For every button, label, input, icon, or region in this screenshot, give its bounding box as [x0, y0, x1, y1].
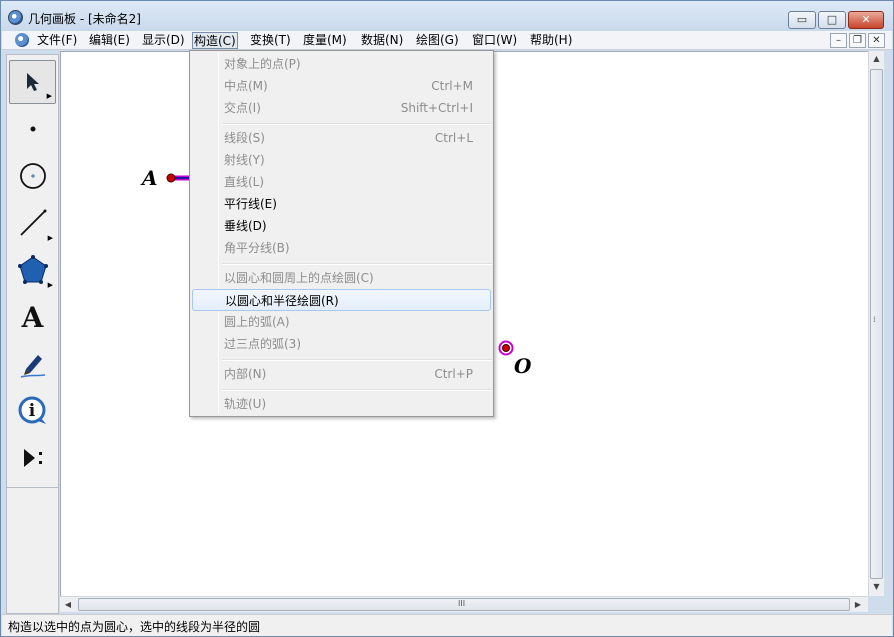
scroll-left-icon[interactable]: ◀: [60, 597, 76, 612]
menu-item-angle-bisector[interactable]: 角平分线(B): [192, 237, 491, 259]
menu-item-arc-through-three-points[interactable]: 过三点的弧(3): [192, 333, 491, 355]
status-text: 构造以选中的点为圆心，选中的线段为半径的圆: [8, 620, 261, 634]
menu-item-interior[interactable]: 内部(N) Ctrl+P: [192, 363, 491, 385]
marker-tool-icon: [20, 355, 45, 378]
menu-item-segment[interactable]: 线段(S) Ctrl+L: [192, 127, 491, 149]
mdi-close-button[interactable]: ✕: [868, 33, 885, 48]
maximize-button[interactable]: □: [818, 11, 846, 29]
menu-construct[interactable]: 构造(C): [192, 32, 238, 49]
menu-separator: [222, 389, 492, 391]
svg-text:i: i: [28, 401, 35, 421]
toolbox: ▶ ▶ ▶ A i: [6, 54, 59, 614]
point-tool-button[interactable]: [9, 107, 56, 151]
menu-separator: [222, 359, 492, 361]
point-a-label[interactable]: A: [142, 166, 158, 190]
mdi-minimize-button[interactable]: –: [830, 33, 847, 48]
menu-separator: [222, 123, 492, 125]
submenu-indicator-icon: ▶: [47, 234, 53, 242]
arrow-tool-icon: [26, 73, 39, 91]
menu-help[interactable]: 帮助(H): [529, 32, 573, 49]
polygon-tool-icon: [17, 255, 48, 284]
submenu-indicator-icon: ▶: [47, 281, 53, 289]
arrow-tool-button[interactable]: ▶: [9, 60, 56, 104]
menu-item-circle-by-center-and-radius[interactable]: 以圆心和半径绘圆(R): [192, 289, 491, 311]
app-window: 几何画板 - [未命名2] ▭ □ ✕ 文件(F) 编辑(E) 显示(D) 构造…: [0, 0, 894, 637]
information-tool-icon: i: [18, 396, 46, 424]
horizontal-scrollbar[interactable]: ◀ III ▶: [60, 596, 868, 612]
custom-tool-icon: [23, 449, 42, 467]
menu-window[interactable]: 窗口(W): [471, 32, 518, 49]
menu-item-locus[interactable]: 轨迹(U): [192, 393, 491, 415]
scroll-up-icon[interactable]: ▲: [869, 51, 884, 67]
toolbox-divider: [7, 487, 58, 488]
menu-display[interactable]: 显示(D): [141, 32, 186, 49]
menu-data[interactable]: 数据(N): [360, 32, 404, 49]
custom-tool-button[interactable]: [9, 436, 56, 480]
status-bar: 构造以选中的点为圆心，选中的线段为半径的圆: [2, 614, 892, 636]
scroll-grip-icon: ⁞: [873, 315, 876, 324]
information-tool-button[interactable]: i: [9, 389, 56, 433]
menu-item-midpoint[interactable]: 中点(M) Ctrl+M: [192, 75, 491, 97]
title-bar[interactable]: 几何画板 - [未命名2] ▭ □ ✕: [1, 1, 893, 31]
document-icon[interactable]: [15, 33, 29, 47]
submenu-indicator-icon: ▶: [46, 92, 52, 100]
vertical-scroll-thumb[interactable]: [870, 69, 883, 579]
minimize-button[interactable]: ▭: [788, 11, 816, 29]
close-button[interactable]: ✕: [848, 11, 884, 29]
menu-item-intersection[interactable]: 交点(I) Shift+Ctrl+I: [192, 97, 491, 119]
point-o-label[interactable]: O: [514, 354, 531, 378]
vertical-scrollbar[interactable]: ▲ ⁞ ▼: [868, 51, 884, 596]
menu-item-perpendicular-line[interactable]: 垂线(D): [192, 215, 491, 237]
polygon-tool-button[interactable]: ▶: [9, 248, 56, 292]
straightedge-tool-button[interactable]: ▶: [9, 201, 56, 245]
text-tool-button[interactable]: A: [9, 295, 56, 339]
mdi-restore-button[interactable]: ❐: [849, 33, 866, 48]
marker-tool-button[interactable]: [9, 342, 56, 386]
text-tool-icon: A: [21, 300, 44, 334]
menu-item-ray[interactable]: 射线(Y): [192, 149, 491, 171]
scroll-down-icon[interactable]: ▼: [869, 579, 884, 595]
point-tool-icon: [30, 126, 35, 132]
compass-tool-button[interactable]: [9, 154, 56, 198]
construct-menu-dropdown: 对象上的点(P) 中点(M) Ctrl+M 交点(I) Shift+Ctrl+I 线…: [189, 50, 494, 417]
menu-file[interactable]: 文件(F): [36, 32, 78, 49]
menu-graph[interactable]: 绘图(G): [415, 32, 460, 49]
menu-edit[interactable]: 编辑(E): [88, 32, 131, 49]
menu-transform[interactable]: 变换(T): [249, 32, 292, 49]
menu-item-circle-by-center-and-point[interactable]: 以圆心和圆周上的点绘圆(C): [192, 267, 491, 289]
scroll-right-icon[interactable]: ▶: [850, 597, 866, 612]
menu-measure[interactable]: 度量(M): [302, 32, 348, 49]
app-logo-icon: [8, 10, 23, 25]
menu-item-arc-on-circle[interactable]: 圆上的弧(A): [192, 311, 491, 333]
menu-separator: [222, 263, 492, 265]
compass-tool-icon: [19, 163, 46, 189]
scroll-grip-icon: III: [458, 599, 466, 608]
window-title: 几何画板 - [未命名2]: [28, 12, 141, 26]
menu-item-parallel-line[interactable]: 平行线(E): [192, 193, 491, 215]
menu-item-line[interactable]: 直线(L): [192, 171, 491, 193]
menu-item-point-on-object[interactable]: 对象上的点(P): [192, 53, 491, 75]
menu-bar: 文件(F) 编辑(E) 显示(D) 构造(C) 变换(T) 度量(M) 数据(N…: [2, 31, 892, 50]
straightedge-tool-icon: [19, 209, 46, 236]
